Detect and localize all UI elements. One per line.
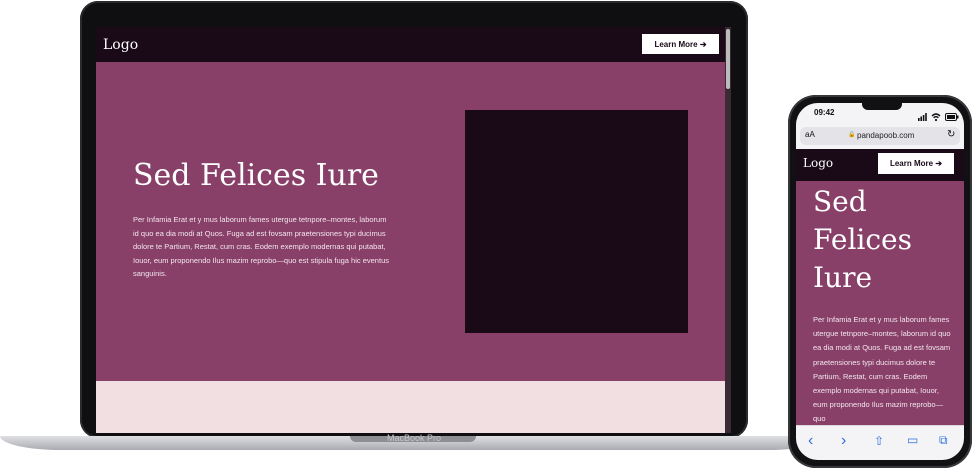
url-text[interactable]: pandapoob.com: [857, 131, 914, 140]
phone-time: 09:42: [814, 108, 835, 117]
mobile-hero-title: Sed Felices Iure: [813, 185, 912, 294]
phone-address-bar: aA 🔒 pandapoob.com ↻: [796, 123, 964, 149]
forward-icon[interactable]: ›: [841, 432, 846, 450]
macbook-label: MacBook Pro: [386, 433, 442, 443]
lock-icon: 🔒: [848, 132, 856, 138]
desktop-hero-body: Per Infamia Erat et y mus laborum fames …: [133, 215, 389, 279]
url-field[interactable]: aA 🔒 pandapoob.com ↻: [800, 127, 960, 145]
tabs-icon[interactable]: ⧉: [939, 433, 948, 448]
mobile-logo[interactable]: Logo: [803, 156, 833, 170]
text-size-button[interactable]: aA: [805, 130, 815, 139]
desktop-scrollbar-thumb[interactable]: [726, 29, 730, 89]
signal-icon: [918, 108, 927, 121]
back-icon[interactable]: ‹: [808, 432, 813, 450]
laptop-screen: Logo Learn More ➔ Sed Felices Iure Per I…: [96, 27, 731, 433]
share-icon[interactable]: ⇧: [874, 434, 884, 448]
desktop-next-section: [96, 381, 731, 433]
battery-icon: [945, 108, 959, 121]
phone-screen: 09:42 aA 🔒 pandapoob.com ↻ Logo Learn Mo…: [796, 103, 964, 460]
desktop-hero-title: Sed Felices Iure: [133, 158, 379, 193]
desktop-logo[interactable]: Logo: [103, 37, 138, 53]
phone-safari-toolbar: ‹ › ⇧ ▭ ⧉: [796, 425, 964, 460]
mobile-learn-more-button[interactable]: Learn More ➔: [878, 153, 954, 174]
phone-dynamic-island: [862, 98, 902, 110]
desktop-learn-more-button[interactable]: Learn More ➔: [642, 34, 719, 54]
desktop-navbar: Logo Learn More ➔: [96, 27, 731, 62]
desktop-hero: Sed Felices Iure Per Infamia Erat et y m…: [96, 62, 731, 381]
bookmarks-icon[interactable]: ▭: [907, 433, 918, 447]
reload-icon[interactable]: ↻: [947, 129, 955, 140]
mobile-hero-body: Per Infamia Erat et y mus laborum fames …: [813, 315, 951, 424]
wifi-icon: [931, 108, 941, 122]
mobile-navbar: Logo Learn More ➔: [796, 149, 964, 181]
desktop-hero-image-placeholder: [465, 110, 688, 333]
